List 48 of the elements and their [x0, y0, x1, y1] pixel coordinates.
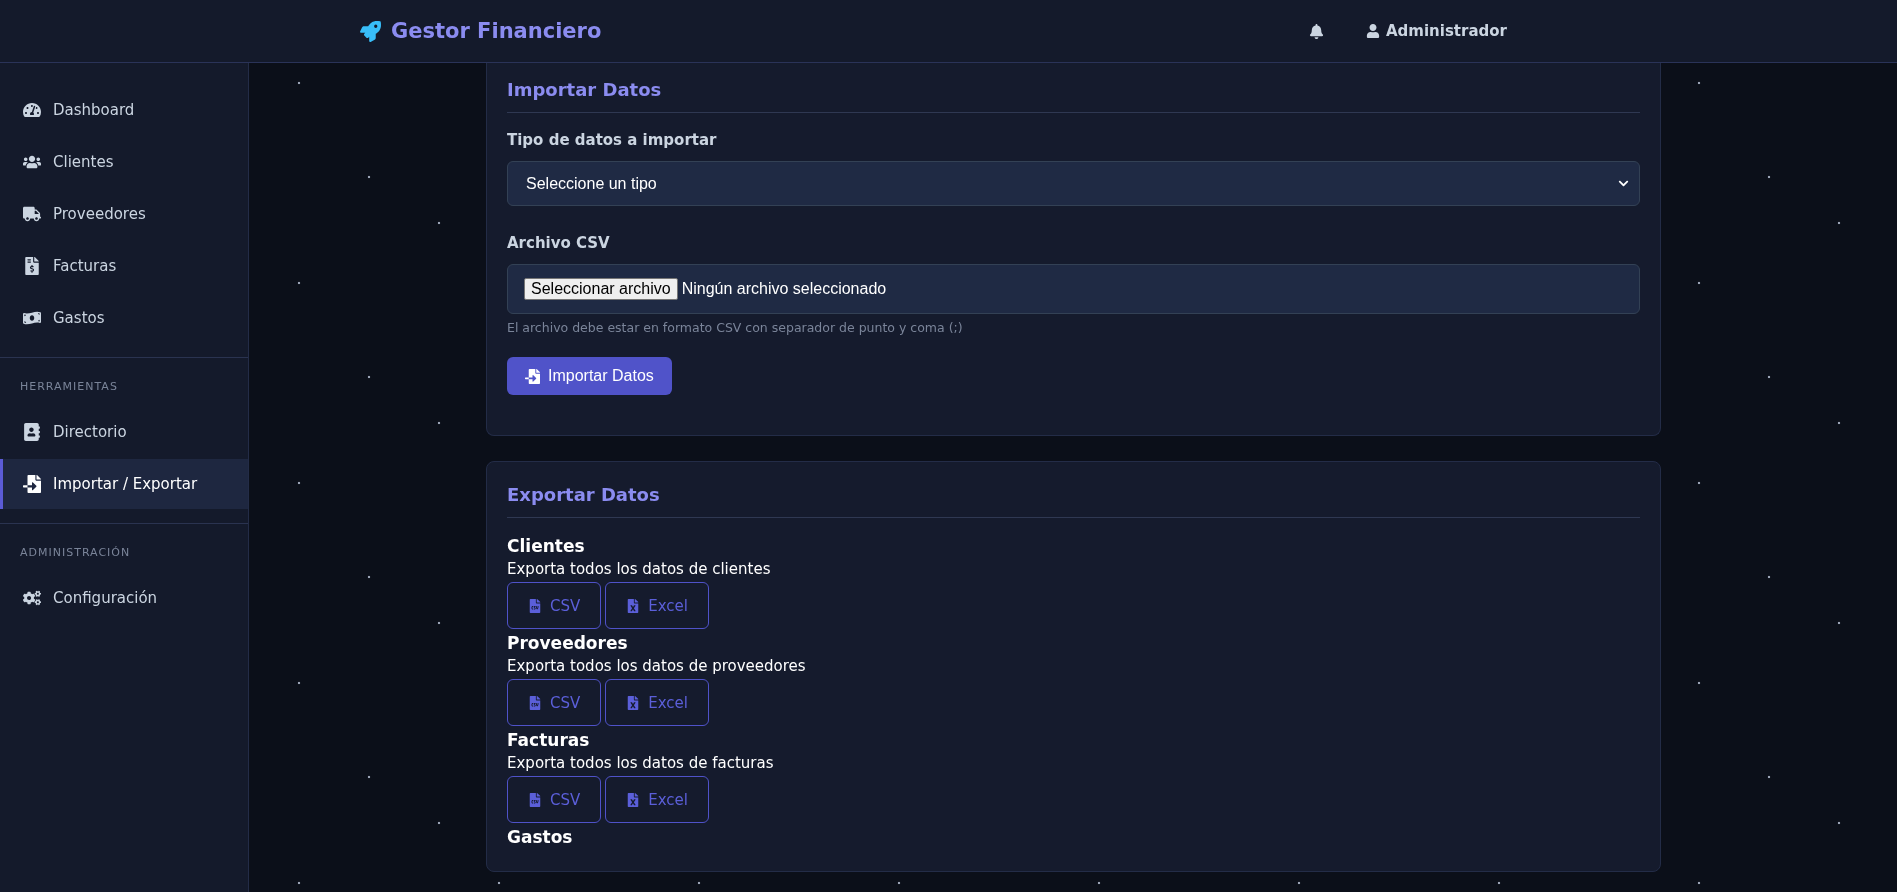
bell-icon[interactable]: [1309, 23, 1324, 39]
field-label: Tipo de datos a importar: [507, 131, 718, 149]
csv-file-icon: [528, 598, 542, 613]
rocket-icon: [360, 20, 381, 42]
truck-icon: [23, 205, 41, 223]
choose-file-button[interactable]: Seleccionar archivo: [524, 278, 678, 300]
gauge-icon: [23, 101, 41, 119]
excel-file-icon: [626, 792, 641, 807]
csv-file-icon: [528, 695, 542, 710]
group-title: Proveedores: [507, 633, 629, 653]
sidebar-item[interactable]: Proveedores: [0, 189, 248, 239]
sidebar-item[interactable]: Clientes: [0, 137, 248, 187]
file-import-icon: [525, 368, 540, 384]
brand-title: Gestor Financiero: [391, 19, 602, 43]
chevron-down-icon: [1618, 178, 1629, 189]
section-heading: HERRAMIENTAS: [19, 379, 119, 395]
invoice-icon: [23, 257, 41, 275]
file-field[interactable]: Seleccionar archivo Ningún archivo seleccionado: [507, 264, 1640, 314]
address-book-icon: [23, 423, 41, 441]
field-label: Archivo CSV: [507, 234, 611, 252]
import-button[interactable]: Importar Datos: [507, 357, 672, 395]
user-menu[interactable]: Administrador: [1366, 22, 1507, 40]
card-title: Importar Datos: [507, 79, 1640, 113]
group-title: Facturas: [507, 730, 591, 750]
sidebar-item[interactable]: Facturas: [0, 241, 248, 291]
group-title: Gastos: [507, 827, 574, 847]
money-icon: [23, 309, 41, 327]
group-title: Clientes: [507, 536, 586, 556]
sidebar-item[interactable]: Importar / Exportar: [0, 459, 248, 509]
group-description: Exporta todos los datos de clientes: [507, 560, 772, 578]
file-status-text: Ningún archivo seleccionado: [681, 280, 887, 298]
group-description: Exporta todos los datos de facturas: [507, 754, 775, 772]
group-description: Exporta todos los datos de proveedores: [507, 657, 807, 675]
sidebar-item[interactable]: Dashboard: [0, 85, 248, 135]
sidebar-item[interactable]: Directorio: [0, 407, 248, 457]
user-icon: [1366, 24, 1380, 38]
sidebar-item[interactable]: Configuración: [0, 573, 248, 623]
card-title: Exportar Datos: [507, 484, 1640, 518]
users-icon: [23, 153, 41, 171]
excel-file-icon: [626, 598, 641, 613]
hint-text: El archivo debe estar en formato CSV con separador de punto y coma (;): [507, 320, 964, 335]
file-import-icon: [23, 475, 41, 493]
type-select[interactable]: Seleccione un tipo: [507, 161, 1640, 206]
gears-icon: [23, 589, 41, 607]
sidebar-item[interactable]: Gastos: [0, 293, 248, 343]
section-heading: ADMINISTRACIÓN: [19, 545, 132, 561]
csv-file-icon: [528, 792, 542, 807]
excel-file-icon: [626, 695, 641, 710]
